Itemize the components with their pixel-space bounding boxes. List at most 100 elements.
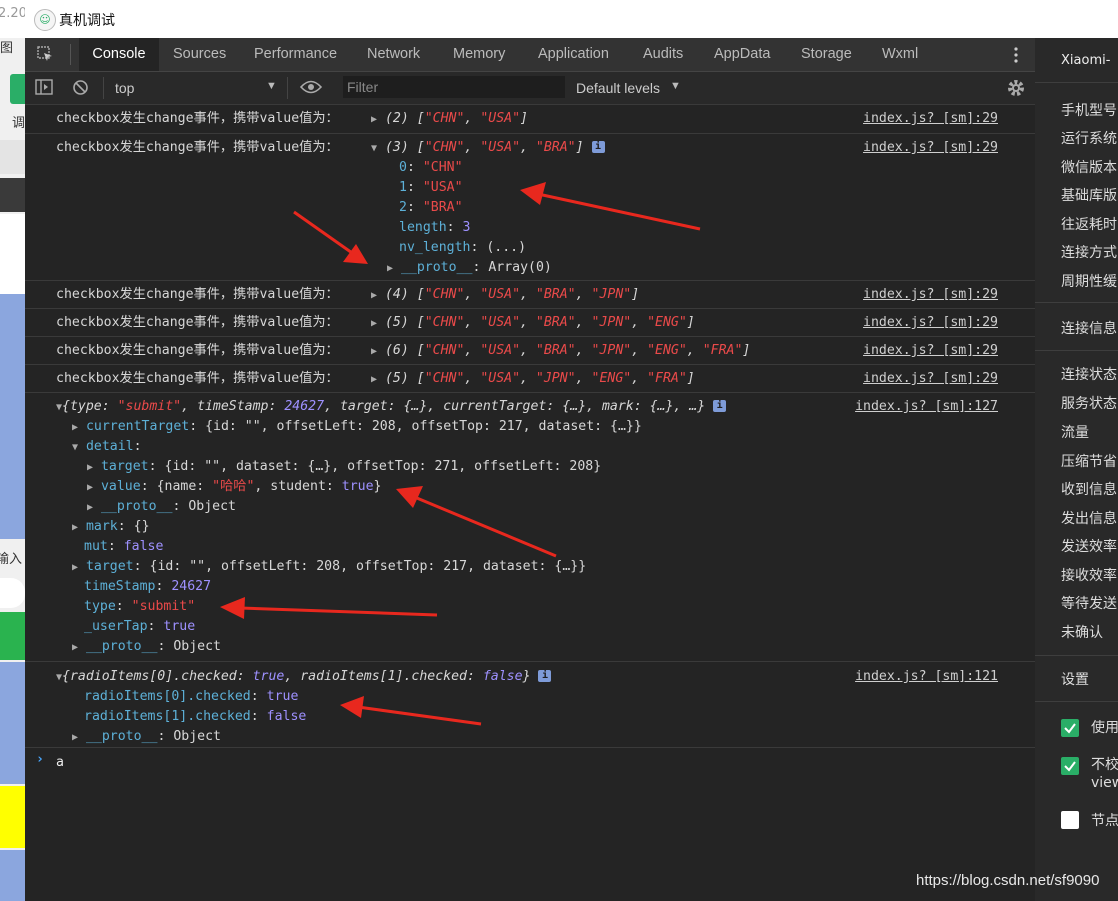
prop-proto[interactable]: ▶ __proto__: Object	[72, 727, 221, 747]
prop-detail-proto[interactable]: ▶ __proto__: Object	[87, 497, 236, 517]
array-entry[interactable]: nv_length: (...)	[399, 238, 526, 258]
context-label: top	[115, 80, 135, 96]
info-item: 微信版本	[1061, 160, 1117, 176]
info-item: 基础库版	[1061, 188, 1117, 204]
console-message[interactable]: checkbox发生change事件，携带value值为： ▶ (5) ["CH…	[25, 364, 1035, 393]
info-item: 往返耗时	[1061, 217, 1117, 233]
prop-usertap: _userTap: true	[84, 619, 196, 634]
message-label: checkbox发生change事件，携带value值为：	[56, 343, 339, 358]
context-selector[interactable]: top ▼	[115, 72, 277, 104]
window-title: 真机调试	[59, 13, 115, 29]
array-preview[interactable]: ▶ (5) ["CHN", "USA", "JPN", "ENG", "FRA"…	[371, 369, 695, 389]
source-link[interactable]: index.js? [sm]:29	[863, 313, 998, 333]
tab-application[interactable]: Application	[538, 38, 609, 71]
expand-triangle-icon[interactable]: ▶	[371, 114, 377, 125]
array-preview[interactable]: ▶ (6) ["CHN", "USA", "BRA", "JPN", "ENG"…	[371, 341, 750, 361]
object-summary[interactable]: ▼{radioItems[0].checked: true, radioItem…	[56, 667, 552, 687]
expand-triangle-icon[interactable]: ▶	[371, 318, 377, 329]
tab-sources[interactable]: Sources	[173, 38, 226, 71]
prompt-chevron-icon: ›	[36, 752, 44, 767]
expand-triangle-icon[interactable]: ▶	[371, 346, 377, 357]
tab-divider	[70, 44, 71, 65]
expand-triangle-icon[interactable]: ▶	[371, 290, 377, 301]
array-preview[interactable]: ▶ (5) ["CHN", "USA", "BRA", "JPN", "ENG"…	[371, 313, 695, 333]
bg-white-block	[0, 214, 25, 294]
array-preview[interactable]: ▶ (4) ["CHN", "USA", "BRA", "JPN"]	[371, 285, 639, 305]
expand-triangle-icon[interactable]: ▶	[387, 263, 393, 274]
console-object-submit[interactable]: ▼{type: "submit", timeStamp: 24627, targ…	[25, 392, 1035, 662]
source-link[interactable]: index.js? [sm]:29	[863, 341, 998, 361]
tab-audits[interactable]: Audits	[643, 38, 683, 71]
source-link[interactable]: index.js? [sm]:29	[863, 138, 998, 158]
setting-checkbox-checked[interactable]	[1061, 757, 1079, 775]
prop-timestamp: timeStamp: 24627	[84, 579, 212, 594]
separator	[1035, 302, 1118, 303]
console-message-expanded[interactable]: checkbox发生change事件，携带value值为： ▼ (3) ["CH…	[25, 133, 1035, 281]
filter-input[interactable]	[343, 76, 565, 98]
info-badge-icon[interactable]: i	[538, 670, 552, 682]
console-message[interactable]: checkbox发生change事件，携带value值为： ▶ (5) ["CH…	[25, 308, 1035, 337]
console-message[interactable]: checkbox发生change事件，携带value值为： ▶ (6) ["CH…	[25, 336, 1035, 365]
conn-item: 服务状态	[1061, 396, 1117, 412]
background-app-strip: 2.20 图 调 输入	[0, 0, 25, 901]
bg-text-input: 输入	[0, 552, 23, 567]
tab-wxml[interactable]: Wxml	[882, 38, 918, 71]
info-badge-icon[interactable]: i	[591, 141, 605, 153]
more-menu-icon[interactable]	[1013, 46, 1019, 64]
info-badge-icon[interactable]: i	[713, 400, 727, 412]
prop-currentTarget[interactable]: ▶ currentTarget: {id: "", offsetLeft: 20…	[72, 417, 642, 437]
tab-storage[interactable]: Storage	[801, 38, 852, 71]
conn-item: 未确认	[1061, 625, 1103, 641]
array-preview[interactable]: ▼ (3) ["CHN", "USA", "BRA"] i	[371, 138, 605, 158]
tab-network[interactable]: Network	[367, 38, 420, 71]
proto-entry[interactable]: ▶ __proto__: Array(0)	[387, 258, 552, 278]
collapse-triangle-icon[interactable]: ▼	[371, 143, 377, 154]
setting-label-cont: view	[1091, 775, 1118, 791]
tab-performance[interactable]: Performance	[254, 38, 337, 71]
title-bar: ☺ 真机调试	[25, 0, 1118, 38]
prop-target[interactable]: ▶ target: {id: "", offsetLeft: 208, offs…	[72, 557, 586, 577]
prompt-input[interactable]: a	[56, 753, 64, 773]
console-message[interactable]: checkbox发生change事件，携带value值为： ▶ (4) ["CH…	[25, 280, 1035, 309]
sidebar-toggle-icon[interactable]	[35, 79, 53, 100]
device-info-panel: Xiaomi- 手机型号 运行系统 微信版本 基础库版 往返耗时 连接方式 周期…	[1035, 38, 1118, 901]
prop-proto[interactable]: ▶ __proto__: Object	[72, 637, 221, 657]
source-link[interactable]: index.js? [sm]:29	[863, 285, 998, 305]
expand-triangle-icon[interactable]: ▶	[371, 374, 377, 385]
eye-icon[interactable]	[299, 80, 323, 99]
array-entry: 2: "BRA"	[399, 200, 463, 215]
array-entry: 0: "CHN"	[399, 160, 463, 175]
source-link[interactable]: index.js? [sm]:29	[863, 369, 998, 389]
tab-memory[interactable]: Memory	[453, 38, 505, 71]
bg-green-block	[0, 612, 25, 660]
message-label: checkbox发生change事件，携带value值为：	[56, 315, 339, 330]
tab-appdata[interactable]: AppData	[714, 38, 770, 71]
inspect-element-icon[interactable]	[37, 46, 53, 62]
object-summary[interactable]: ▼{type: "submit", timeStamp: 24627, targ…	[56, 397, 727, 417]
source-link[interactable]: index.js? [sm]:127	[855, 397, 998, 417]
devtools-panel: Console Sources Performance Network Memo…	[25, 38, 1035, 901]
console-prompt[interactable]: › a	[25, 748, 1035, 778]
prop-detail[interactable]: ▼ detail:	[72, 437, 142, 457]
bg-blue-block	[0, 294, 25, 539]
array-preview[interactable]: ▶ (2) ["CHN", "USA"]	[371, 109, 528, 129]
source-link[interactable]: index.js? [sm]:121	[855, 667, 998, 687]
array-entry: 1: "USA"	[399, 180, 463, 195]
console-message[interactable]: checkbox发生change事件，携带value值为： ▶ (2) ["CH…	[25, 105, 1035, 134]
prop-radio-0: radioItems[0].checked: true	[84, 689, 299, 704]
bg-dark-row	[0, 178, 25, 212]
separator	[1035, 82, 1118, 83]
setting-checkbox-checked[interactable]	[1061, 719, 1079, 737]
console-object-radio[interactable]: ▼{radioItems[0].checked: true, radioItem…	[25, 661, 1035, 748]
prop-detail-target[interactable]: ▶ target: {id: "", dataset: {…}, offsetT…	[87, 457, 601, 477]
setting-checkbox-unchecked[interactable]	[1061, 811, 1079, 829]
toolbar-divider-2	[287, 77, 288, 99]
prop-detail-value[interactable]: ▶ value: {name: "哈哈", student: true}	[87, 477, 381, 497]
watermark-text: https://blog.csdn.net/sf9090	[916, 872, 1100, 889]
source-link[interactable]: index.js? [sm]:29	[863, 109, 998, 129]
prop-mark[interactable]: ▶ mark: {}	[72, 517, 150, 537]
clear-console-icon[interactable]	[72, 79, 89, 101]
gear-icon[interactable]	[1006, 78, 1026, 103]
tab-console[interactable]: Console	[79, 38, 159, 71]
section-connection: 连接信息	[1061, 321, 1117, 337]
